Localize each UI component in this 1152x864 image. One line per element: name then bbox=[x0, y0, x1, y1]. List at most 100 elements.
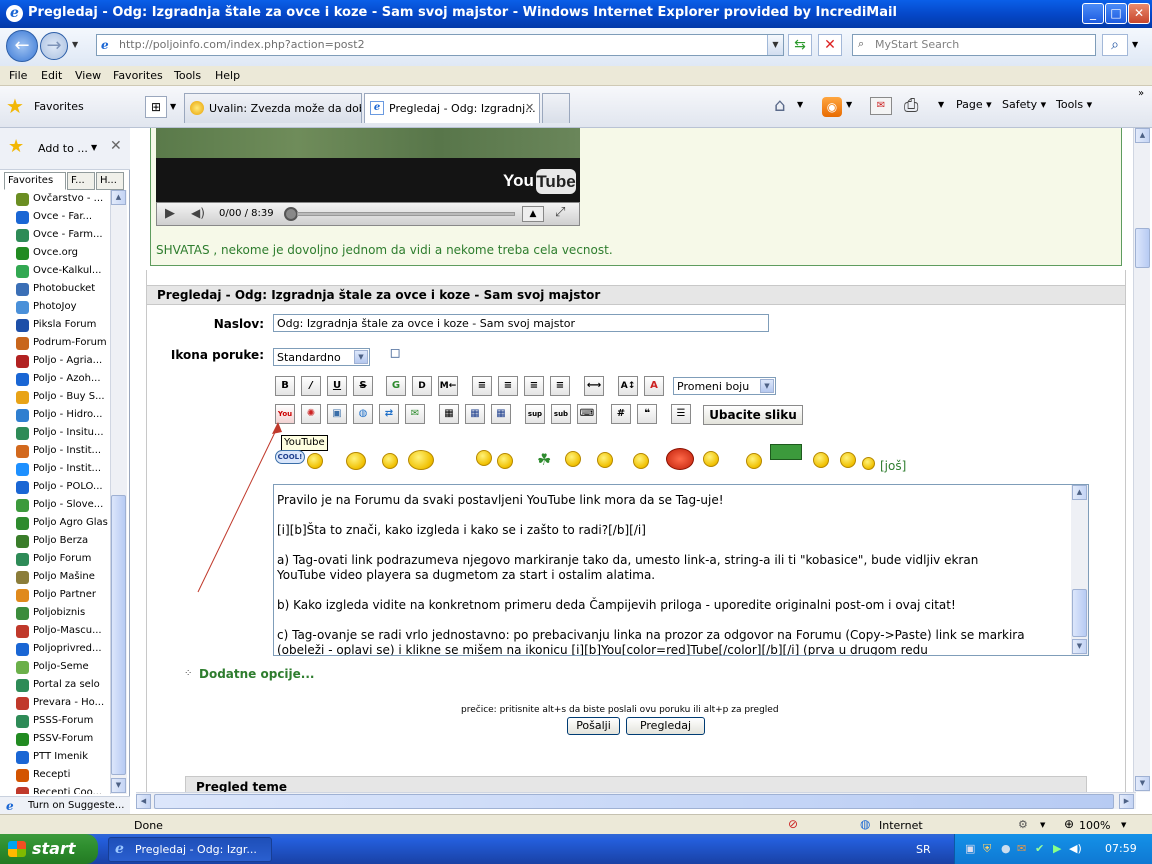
start-button[interactable]: start bbox=[0, 834, 98, 864]
back-arrow-icon[interactable]: ← bbox=[6, 30, 38, 62]
suggested-sites-bar[interactable]: e Turn on Suggeste... bbox=[0, 796, 130, 814]
preformatted-icon[interactable]: ≡ bbox=[472, 376, 492, 396]
window-titlebar[interactable]: e Pregledaj - Odg: Izgradnja štale za ov… bbox=[0, 0, 1152, 28]
favorite-item[interactable]: Portal za selo bbox=[0, 676, 112, 694]
favorite-item[interactable]: Recepti bbox=[0, 766, 112, 784]
favorite-item[interactable]: Ovce - Far... bbox=[0, 208, 112, 226]
tab-pregledaj[interactable]: e Pregledaj - Odg: Izgradnj... bbox=[364, 93, 540, 123]
favorites-star-icon[interactable]: ★ bbox=[6, 94, 24, 118]
add-to-dropdown-icon[interactable]: ▼ bbox=[91, 143, 97, 152]
scroll-up-icon[interactable]: ▲ bbox=[1072, 485, 1087, 500]
whistle-smiley-icon[interactable] bbox=[813, 452, 829, 468]
favorite-item[interactable]: Poljo - Insitu... bbox=[0, 424, 112, 442]
zoom-dropdown-icon[interactable]: ▼ bbox=[1121, 821, 1126, 829]
table-icon[interactable]: ▦ bbox=[439, 404, 459, 424]
quote-icon[interactable]: ❝ bbox=[637, 404, 657, 424]
drink-smiley-icon[interactable] bbox=[746, 453, 762, 469]
menu-file[interactable]: File bbox=[9, 69, 27, 82]
menu-tools[interactable]: Tools bbox=[174, 69, 201, 82]
insert-image-button[interactable]: Ubacite sliku bbox=[703, 405, 803, 425]
favorite-item[interactable]: PSSS-Forum bbox=[0, 712, 112, 730]
favorite-item[interactable]: Recepti Coo... bbox=[0, 784, 112, 794]
font-size-icon[interactable]: A↕ bbox=[618, 376, 638, 396]
confused-smiley-icon[interactable] bbox=[382, 453, 398, 469]
seek-bar[interactable] bbox=[297, 212, 515, 216]
menu-help[interactable]: Help bbox=[215, 69, 240, 82]
sidebar-scrollbar[interactable]: ▲ ▼ bbox=[110, 190, 127, 794]
favorite-item[interactable]: Piksla Forum bbox=[0, 316, 112, 334]
seek-handle[interactable] bbox=[284, 207, 298, 221]
add-to-favorites-button[interactable]: Add to ... bbox=[38, 142, 88, 155]
favorite-item[interactable]: Poljo Forum bbox=[0, 550, 112, 568]
play-icon[interactable]: ▶ bbox=[165, 206, 175, 221]
favorite-item[interactable]: Poljo - Hidro... bbox=[0, 406, 112, 424]
page-scrollbar[interactable]: ▲ ▼ bbox=[1133, 128, 1150, 792]
tray-play-icon[interactable]: ▶ bbox=[1053, 842, 1061, 855]
scroll-left-icon[interactable]: ◀ bbox=[136, 794, 151, 809]
teletype-icon[interactable]: ⌨ bbox=[577, 404, 597, 424]
search-options-icon[interactable]: ▼ bbox=[1132, 40, 1138, 49]
tray-mail-icon[interactable]: ✉ bbox=[1017, 842, 1026, 855]
email-link-icon[interactable]: ✉ bbox=[405, 404, 425, 424]
zoom-icon[interactable]: ⊕ bbox=[1064, 817, 1074, 831]
new-tab-button[interactable] bbox=[542, 93, 570, 123]
sidebar-tab-history[interactable]: H... bbox=[96, 172, 124, 190]
sidebar-tab-favorites[interactable]: Favorites bbox=[4, 172, 66, 190]
security-icon[interactable]: ⛨ bbox=[983, 842, 991, 856]
favorite-item[interactable]: PTT Imenik bbox=[0, 748, 112, 766]
preview-button[interactable]: Pregledaj bbox=[626, 717, 705, 735]
favorite-item[interactable]: Poljo-Mascu... bbox=[0, 622, 112, 640]
tray-update-icon[interactable]: ✔ bbox=[1035, 842, 1044, 855]
address-dropdown-icon[interactable]: ▼ bbox=[767, 35, 783, 55]
quick-tabs-icon[interactable]: ⊞ bbox=[145, 96, 167, 118]
favorite-item[interactable]: Ovce-Kalkul... bbox=[0, 262, 112, 280]
title-input[interactable]: Odg: Izgradnja štale za ovce i koze - Sa… bbox=[273, 314, 769, 332]
ftp-link-icon[interactable]: ⇄ bbox=[379, 404, 399, 424]
think-smiley-icon[interactable] bbox=[703, 451, 719, 467]
shadow-icon[interactable]: D bbox=[412, 376, 432, 396]
network-icon[interactable]: ▣ bbox=[965, 842, 975, 855]
scroll-right-icon[interactable]: ▶ bbox=[1119, 794, 1134, 809]
address-input[interactable]: e http://poljoinfo.com/index.php?action=… bbox=[96, 34, 784, 56]
align-right-icon[interactable]: ≡ bbox=[550, 376, 570, 396]
sidebar-tab-feeds[interactable]: F... bbox=[67, 172, 95, 190]
taskbar-ie-window[interactable]: e Pregledaj - Odg: Izgr... bbox=[108, 837, 272, 862]
flash-icon[interactable]: ✺ bbox=[301, 404, 321, 424]
favorite-item[interactable]: PSSV-Forum bbox=[0, 730, 112, 748]
horizontal-scroll-thumb[interactable] bbox=[154, 794, 1114, 809]
more-smileys-link[interactable]: [još] bbox=[880, 459, 906, 473]
favorite-item[interactable]: Prevara - Ho... bbox=[0, 694, 112, 712]
favorite-item[interactable]: Poljobiznis bbox=[0, 604, 112, 622]
align-left-icon[interactable]: ≡ bbox=[498, 376, 518, 396]
favorite-item[interactable]: Poljo Berza bbox=[0, 532, 112, 550]
print-icon[interactable]: ⎙ bbox=[904, 95, 918, 116]
favorite-item[interactable]: Poljo - Azoh... bbox=[0, 370, 112, 388]
send-button[interactable]: Pošalji bbox=[567, 717, 620, 735]
favorite-item[interactable]: Photobucket bbox=[0, 280, 112, 298]
favorites-button[interactable]: Favorites bbox=[34, 100, 84, 113]
tools-menu[interactable]: Tools ▾ bbox=[1056, 98, 1092, 111]
favorite-item[interactable]: Ovce.org bbox=[0, 244, 112, 262]
favorite-item[interactable]: Poljo - Slove... bbox=[0, 496, 112, 514]
maximize-icon[interactable]: □ bbox=[1105, 3, 1127, 24]
tab-uvalin[interactable]: Uvalin: Zvezda može da dobij... bbox=[184, 93, 362, 123]
sun-smiley-icon[interactable] bbox=[565, 451, 581, 467]
close-sidebar-icon[interactable]: ✕ bbox=[110, 138, 122, 154]
favorite-item[interactable]: Ovce - Farm... bbox=[0, 226, 112, 244]
favorite-item[interactable]: Poljo Mašine bbox=[0, 568, 112, 586]
marquee-icon[interactable]: M← bbox=[438, 376, 458, 396]
sleep-smiley-icon[interactable] bbox=[497, 453, 513, 469]
devil-smiley-icon[interactable] bbox=[666, 448, 694, 470]
message-textarea[interactable]: Pravilo je na Forumu da svaki postavljen… bbox=[273, 484, 1089, 656]
cheer-smiley-icon[interactable] bbox=[408, 450, 434, 470]
money-smiley-icon[interactable] bbox=[770, 444, 802, 460]
volume-icon[interactable]: ◀) bbox=[191, 206, 205, 220]
tray-app-icon[interactable]: ● bbox=[1001, 842, 1011, 855]
menu-view[interactable]: View bbox=[75, 69, 101, 82]
minimize-icon[interactable]: _ bbox=[1082, 3, 1104, 24]
favorite-item[interactable]: PhotoJoy bbox=[0, 298, 112, 316]
scroll-down-icon[interactable]: ▼ bbox=[111, 778, 126, 793]
code-icon[interactable]: # bbox=[611, 404, 631, 424]
table-column-icon[interactable]: ▦ bbox=[491, 404, 511, 424]
add-favorite-star-icon[interactable]: ★ bbox=[8, 136, 24, 157]
